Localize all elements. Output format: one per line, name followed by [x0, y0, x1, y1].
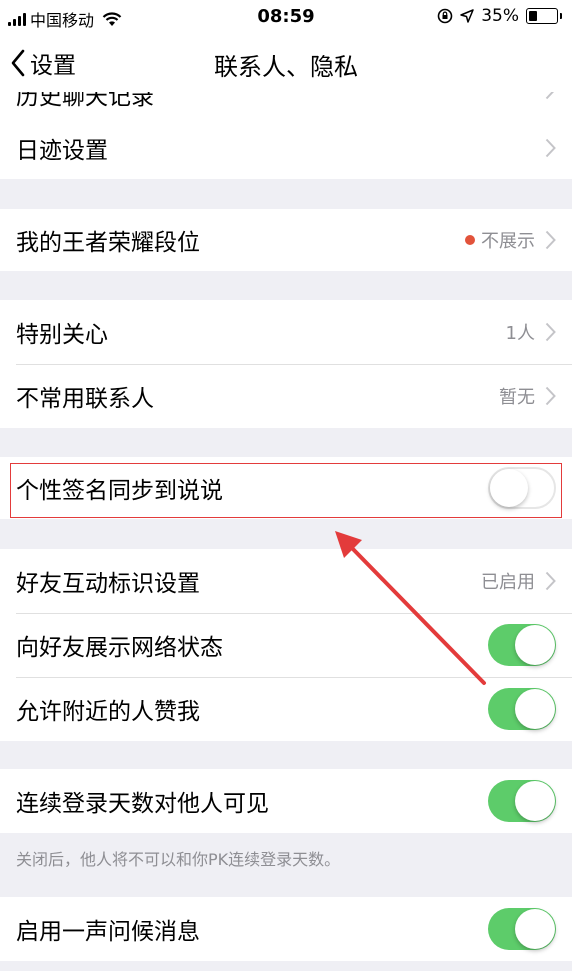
chevron-right-icon: [545, 571, 556, 591]
group-footprint: 日迹设置: [0, 117, 572, 179]
special-care-label: 特别关心: [16, 322, 108, 348]
group-contacts: 特别关心 1人 不常用联系人 暂无: [0, 300, 572, 428]
login-days-row: 连续登录天数对他人可见: [0, 769, 572, 833]
page-title: 联系人、隐私: [214, 53, 358, 81]
signature-sync-label: 个性签名同步到说说: [16, 478, 223, 504]
back-button[interactable]: 设置: [10, 46, 76, 80]
login-days-toggle[interactable]: [488, 780, 556, 822]
chevron-right-icon: [545, 138, 556, 158]
login-days-footnote: 关闭后，他人将不可以和你PK连续登录天数。: [16, 850, 341, 869]
interaction-mark-value: 已启用: [481, 572, 535, 593]
list-item-partial[interactable]: 历史聊天记录: [0, 92, 572, 117]
orientation-lock-icon: [437, 8, 453, 24]
special-care-row[interactable]: 特别关心 1人: [0, 300, 572, 364]
group-interaction: 好友互动标识设置 已启用 向好友展示网络状态 允许附近的人赞我: [0, 549, 572, 741]
chevron-right-icon: [545, 322, 556, 342]
battery-percent: 35%: [481, 6, 519, 26]
nearby-like-row: 允许附近的人赞我: [0, 677, 572, 741]
rare-contacts-label: 不常用联系人: [16, 386, 154, 412]
group-greeting: 启用一声问候消息: [0, 897, 572, 961]
network-status-label: 向好友展示网络状态: [16, 635, 223, 661]
network-status-toggle[interactable]: [488, 624, 556, 666]
battery-icon: [526, 8, 562, 24]
chevron-right-icon: [545, 92, 554, 100]
game-rank-label: 我的王者荣耀段位: [16, 230, 200, 256]
group-game: 我的王者荣耀段位 不展示: [0, 209, 572, 271]
nearby-like-toggle[interactable]: [488, 688, 556, 730]
game-rank-row[interactable]: 我的王者荣耀段位 不展示: [0, 209, 572, 271]
back-label: 设置: [30, 53, 76, 79]
red-dot-badge: [465, 235, 475, 245]
nearby-like-label: 允许附近的人赞我: [16, 699, 200, 725]
status-bar: 中国移动 08:59 35%: [0, 0, 572, 34]
greeting-toggle[interactable]: [488, 908, 556, 950]
greeting-label: 启用一声问候消息: [16, 919, 200, 945]
greeting-row: 启用一声问候消息: [0, 897, 572, 961]
footprint-label: 日迹设置: [16, 138, 108, 164]
location-icon: [460, 9, 474, 23]
rare-contacts-row[interactable]: 不常用联系人 暂无: [0, 364, 572, 428]
chevron-right-icon: [545, 230, 556, 250]
footprint-settings-row[interactable]: 日迹设置: [0, 117, 572, 179]
chevron-left-icon: [11, 49, 25, 77]
rare-contacts-value: 暂无: [499, 387, 535, 408]
login-days-label: 连续登录天数对他人可见: [16, 791, 269, 817]
special-care-value: 1人: [505, 323, 535, 344]
partial-row-label: 历史聊天记录: [16, 92, 154, 110]
group-signature: 个性签名同步到说说: [0, 457, 572, 519]
game-rank-value: 不展示: [481, 231, 535, 252]
network-status-row: 向好友展示网络状态: [0, 613, 572, 677]
chevron-right-icon: [545, 386, 556, 406]
interaction-mark-label: 好友互动标识设置: [16, 571, 200, 597]
signature-sync-toggle[interactable]: [488, 467, 556, 509]
signature-sync-row: 个性签名同步到说说: [0, 457, 572, 519]
interaction-mark-row[interactable]: 好友互动标识设置 已启用: [0, 549, 572, 613]
group-login: 连续登录天数对他人可见: [0, 769, 572, 833]
navigation-bar: 设置 联系人、隐私: [0, 34, 572, 93]
